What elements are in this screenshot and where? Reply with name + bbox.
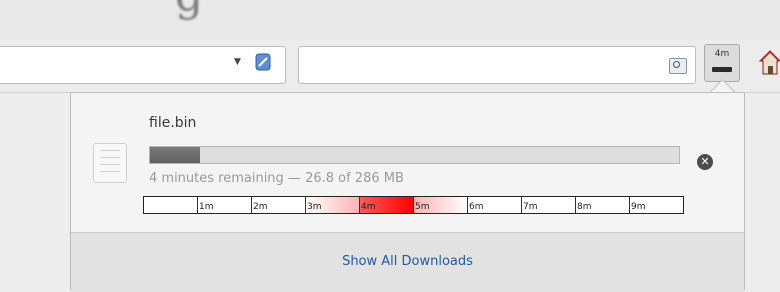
url-bar[interactable]: ▼ [0, 46, 286, 84]
timeline-tick-label: 4m [361, 202, 376, 212]
downloads-footer: Show All Downloads [71, 232, 744, 292]
downloads-button[interactable]: 4m [704, 44, 740, 82]
timeline-tick: 8m [575, 197, 629, 213]
timeline-tick-label: 8m [577, 202, 592, 212]
timeline-tick: 9m [629, 197, 683, 213]
timeline-tick-label: 1m [199, 202, 214, 212]
feed-icon[interactable] [255, 53, 271, 71]
timeline-tick: 6m [467, 197, 521, 213]
timeline-tick: 1m [197, 197, 251, 213]
window-titlebar: g [0, 0, 780, 40]
downloads-time-remaining: 4m [714, 49, 730, 59]
download-progress-bar [149, 146, 680, 164]
home-icon[interactable] [758, 48, 780, 76]
file-icon [93, 143, 127, 183]
timeline-tick-label: 7m [523, 202, 538, 212]
downloads-panel: file.bin ✕ 4 minutes remaining — 26.8 of… [70, 92, 745, 292]
download-status: 4 minutes remaining — 26.8 of 286 MB [149, 171, 404, 186]
search-icon[interactable] [669, 58, 687, 74]
file-name: file.bin [149, 115, 197, 131]
timeline-tick-label: 3m [307, 202, 322, 212]
timeline-tick: 7m [521, 197, 575, 213]
timeline-tick: 2m [251, 197, 305, 213]
search-bar[interactable] [298, 46, 696, 84]
navigation-toolbar: ▼ 4m [0, 40, 780, 93]
downloads-icon [712, 67, 732, 72]
download-item[interactable]: file.bin ✕ 4 minutes remaining — 26.8 of… [71, 93, 744, 233]
cancel-download-icon[interactable]: ✕ [697, 154, 713, 170]
dropdown-arrow-icon[interactable]: ▼ [234, 57, 241, 67]
timeline-tick [144, 197, 197, 213]
window-title: g [175, 0, 204, 21]
timeline-tick: 3m [305, 197, 359, 213]
download-progress-fill [150, 147, 200, 163]
timeline-tick-label: 2m [253, 202, 268, 212]
timeline-tick: 4m [359, 197, 413, 213]
timeline-tick: 5m [413, 197, 467, 213]
timeline-tick-label: 6m [469, 202, 484, 212]
timeline-tick-label: 5m [415, 202, 430, 212]
show-all-downloads-link[interactable]: Show All Downloads [71, 254, 744, 269]
timeline-tick-label: 9m [631, 202, 646, 212]
eta-timeline: 1m 2m 3m 4m 5m 6m 7m 8m 9m [143, 196, 684, 214]
